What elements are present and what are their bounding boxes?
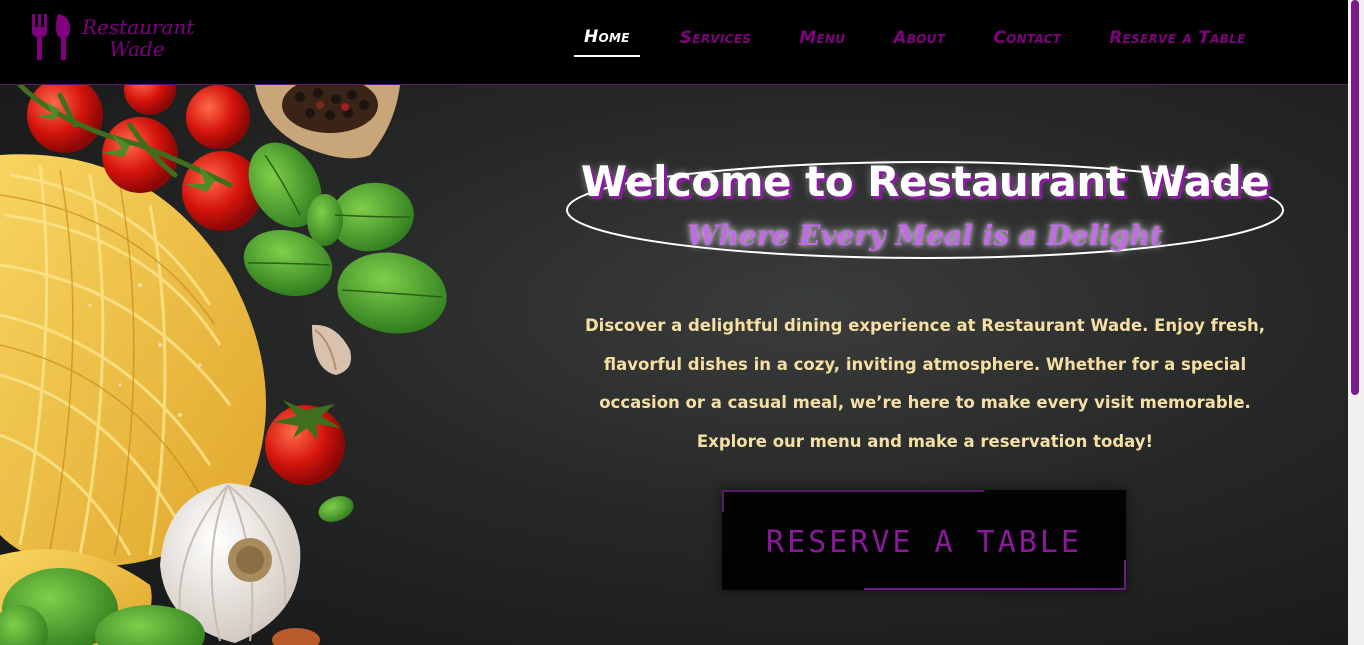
hero-description: Discover a delightful dining experience …	[584, 316, 1266, 451]
button-border-left	[722, 490, 724, 512]
logo-line-1: Restaurant	[82, 15, 195, 39]
top-navbar: Restaurant Wade Home Services Menu About…	[0, 0, 1348, 85]
nav-services[interactable]: Services	[680, 28, 751, 56]
hero-title: Welcome to Restaurant Wade	[580, 157, 1270, 206]
food-image	[0, 85, 447, 645]
button-border-top	[722, 490, 984, 492]
hero-subtitle: Where Every Meal is a Delight	[687, 219, 1163, 252]
nav-about[interactable]: About	[893, 28, 945, 56]
logo-line-2: Wade	[109, 37, 165, 61]
nav-reserve-table[interactable]: Reserve a Table	[1109, 28, 1245, 56]
logo[interactable]: Restaurant Wade	[30, 14, 195, 64]
reserve-table-button[interactable]: RESERVE A TABLE	[722, 490, 1126, 590]
nav-home[interactable]: Home	[574, 27, 640, 57]
page-scrollbar[interactable]	[1348, 0, 1364, 645]
hero-section: Welcome to Restaurant Wade Where Every M…	[0, 85, 1348, 645]
button-border-bottom	[864, 588, 1126, 590]
nav-links: Home Services Menu About Contact Reserve…	[574, 0, 1246, 84]
logo-text: Restaurant Wade	[82, 15, 195, 61]
nav-contact[interactable]: Contact	[993, 28, 1061, 56]
fork-knife-icon	[32, 14, 70, 60]
hero-heading: Welcome to Restaurant Wade Where Every M…	[560, 155, 1290, 265]
nav-menu[interactable]: Menu	[799, 28, 845, 56]
scrollbar-thumb[interactable]	[1351, 0, 1359, 395]
button-border-right	[1124, 560, 1126, 590]
reserve-table-label: RESERVE A TABLE	[766, 525, 1082, 560]
